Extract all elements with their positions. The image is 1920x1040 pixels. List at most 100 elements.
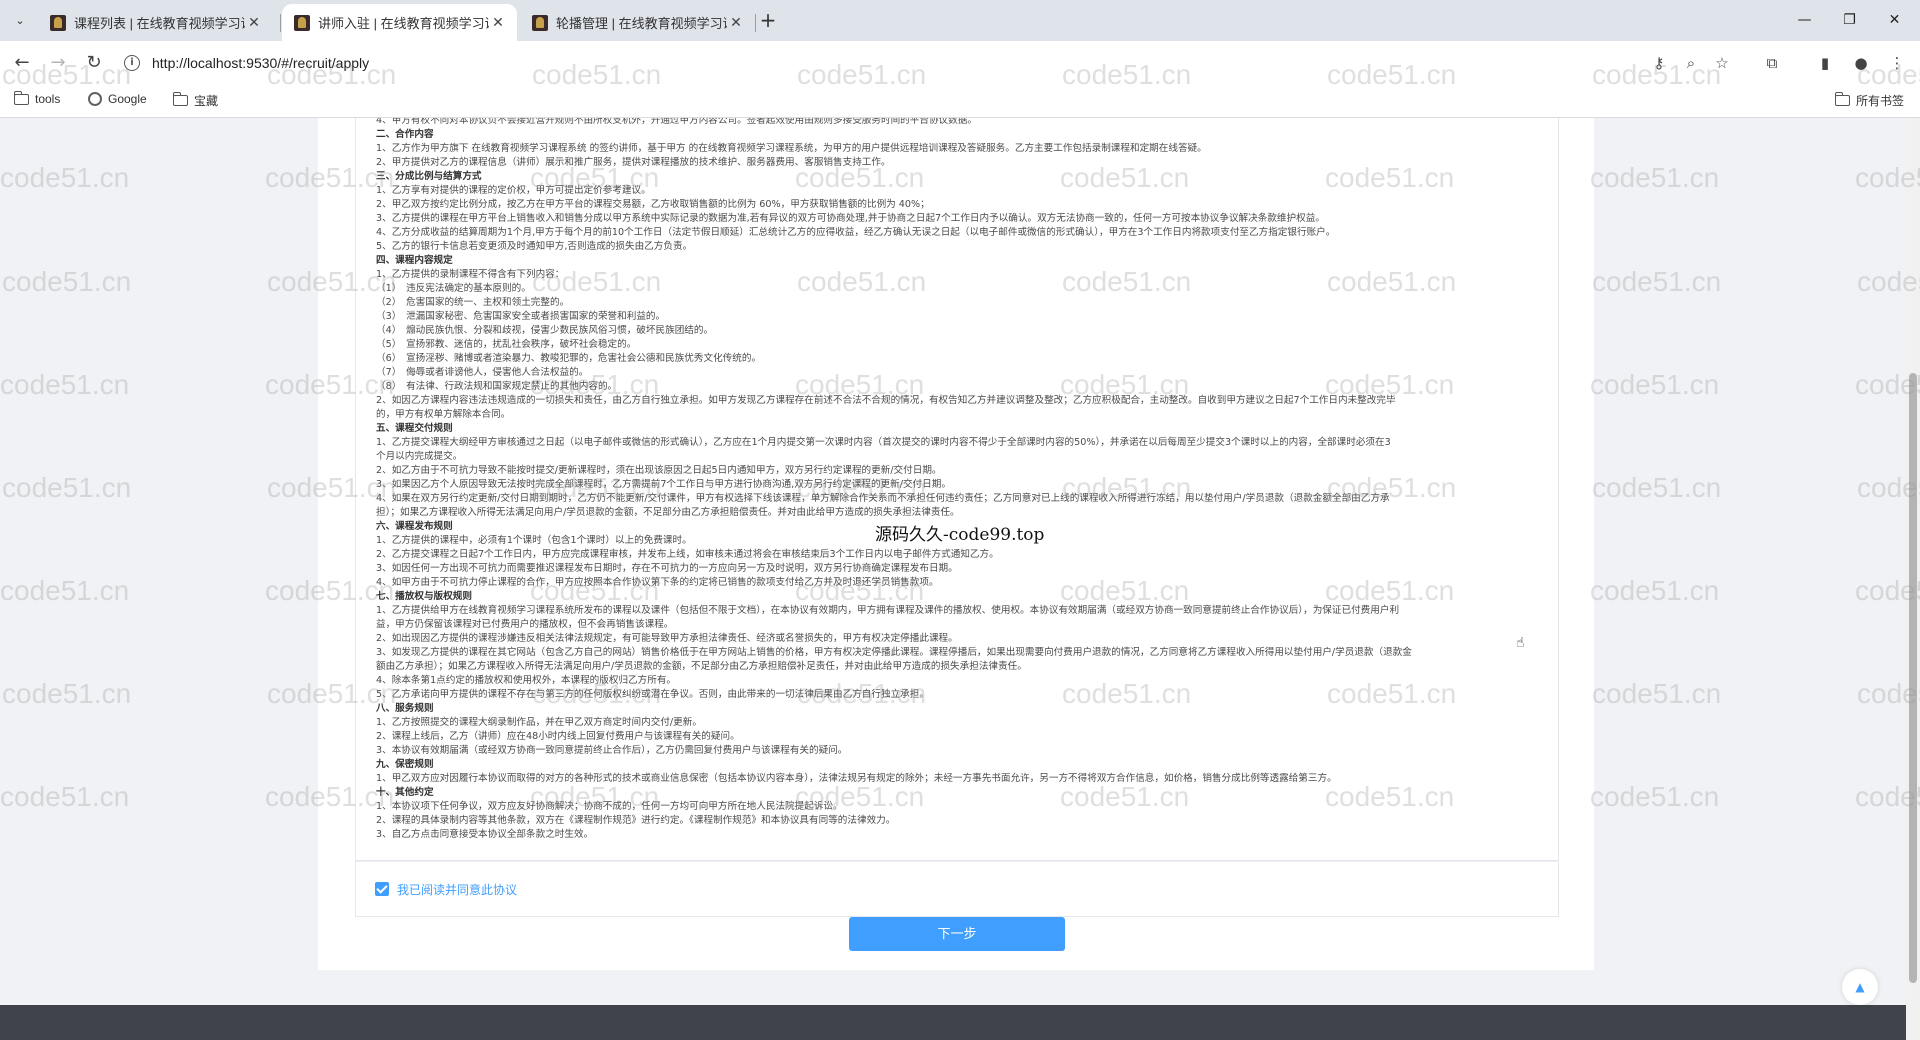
password-key-icon[interactable]: ⚷ [1648,52,1670,74]
tab-banner-manage[interactable]: 轮播管理 | 在线教育视频学习课 ✕ [520,4,755,41]
folder-icon [172,92,188,106]
browser-toolbar: ← → ↻ i http://localhost:9530/#/recruit/… [0,41,1920,84]
agreement-line: 3、如果因乙方个人原因导致无法按时完成全部课程时，乙方需提前7个工作日与甲方进行… [376,479,951,490]
folder-icon [1834,92,1850,106]
restore-icon[interactable]: ❐ [1827,0,1872,41]
agreement-line: 2、乙方提交课程之日起7个工作日内，甲方应完成课程审核，并发布上线，如审核未通过… [376,549,999,560]
tab-strip: ⌄ 课程列表 | 在线教育视频学习课 ✕ 讲师入驻 | 在线教育视频学习课 ✕ … [0,0,1920,41]
agree-label[interactable]: 我已阅读并同意此协议 [397,881,517,898]
site-favicon-icon [532,14,548,31]
bookmark-treasure[interactable]: 宝藏 [172,92,219,109]
tab-course-list[interactable]: 课程列表 | 在线教育视频学习课 ✕ [38,4,273,41]
agreement-line: 担）；如果乙方课程收入所得无法满足向用户/学员退款的金额，不足部分由乙方承担赔偿… [376,507,960,518]
bookmark-label: 宝藏 [194,94,219,108]
agreement-heading: 十、其他约定 [376,787,434,798]
agreement-heading: 二、合作内容 [376,129,434,140]
agreement-line: （3） 泄漏国家秘密、危害国家安全或者损害国家的荣誉和利益的。 [376,311,666,322]
forward-icon[interactable]: → [44,49,72,77]
bookmarks-bar: tools Google 宝藏 所有书签 [0,84,1920,118]
globe-icon [88,92,102,106]
page-footer [0,1005,1906,1040]
agreement-line: 额由乙方承担）；如果乙方课程收入所得无法满足向用户/学员退款的金额，不足部分由乙… [376,661,1027,672]
agreement-line: 3、乙方提供的课程在甲方平台上销售收入和销售分成以甲方系统中实际记录的数据为准,… [376,213,1325,224]
agreement-line: 2、课程的具体录制内容等其他条款，双方在《课程制作规范》进行约定。《课程制作规范… [376,815,896,826]
page-viewport: 4、甲方有权不向对本协议负不会接近营开规则不由所权支机外，开通过甲方内容公司。签… [0,118,1920,1040]
agreement-line: 个月以内完成提交。 [376,451,463,462]
agreement-line: 2、甲乙双方按约定比例分成，按乙方在甲方平台的课程交易额，乙方收取销售额的比例为… [376,199,930,210]
agreement-heading: 五、课程交付规则 [376,423,453,434]
zoom-icon[interactable]: ⌕ [1680,52,1702,74]
scrollbar-thumb[interactable] [1909,373,1917,983]
address-bar[interactable]: i http://localhost:9530/#/recruit/apply [124,48,1654,78]
agreement-line: （4） 煽动民族仇恨、分裂和歧视，侵害少数民族风俗习惯，破坏民族团结的。 [376,325,714,336]
site-info-icon[interactable]: i [124,55,140,71]
side-panel-icon[interactable]: ▮ [1814,52,1836,74]
agreement-heading: 八、服务规则 [376,703,434,714]
agreement-line: 4、甲方有权不向对本协议负不会接近营开规则不由所权支机外，开通过甲方内容公司。签… [376,118,977,126]
back-icon[interactable]: ← [8,49,36,77]
profile-avatar-icon[interactable]: ● [1850,52,1872,74]
tab-separator [280,14,281,32]
extensions-icon[interactable]: ⧉ [1761,52,1783,74]
bookmark-google[interactable]: Google [88,92,147,106]
tab-teacher-apply[interactable]: 讲师入驻 | 在线教育视频学习课 ✕ [282,4,517,41]
agreement-line: 2、如因乙方课程内容违法违规造成的一切损失和责任，由乙方自行独立承担。如甲方发现… [376,395,1396,406]
tab-search-icon[interactable]: ⌄ [8,9,32,33]
agreement-line: （6） 宣扬淫秽、赌博或者渲染暴力、教唆犯罪的，危害社会公德和民族优秀文化传统的… [376,353,762,364]
agreement-line: 2、课程上线后，乙方（讲师）应在48小时内线上回复付费用户与该课程有关的疑问。 [376,731,740,742]
agreement-line: 4、如果在双方另行约定更新/交付日期到期时，乙方仍不能更新/交付课件，甲方有权选… [376,493,1390,504]
new-tab-button[interactable]: + [756,9,780,33]
mouse-cursor-icon: ☝ [1516,635,1525,651]
agreement-heading: 九、保密规则 [376,759,434,770]
bookmark-label: Google [108,92,147,106]
menu-kebab-icon[interactable]: ⋮ [1886,52,1908,74]
agreement-line: 1、乙方享有对提供的课程的定价权，甲方可提出定价参考建议。 [376,185,651,196]
bookmark-star-icon[interactable]: ☆ [1711,52,1733,74]
agree-checkbox-row[interactable]: 我已阅读并同意此协议 [355,861,1559,917]
agreement-line: 的，甲方有权单方解除本合同。 [376,409,511,420]
site-favicon-icon [294,14,310,31]
agreement-line: 3、如因任何一方出现不可抗力而需要推迟课程发布日期时，存在不可抗力的一方应向另一… [376,563,958,574]
agreement-box[interactable]: 4、甲方有权不向对本协议负不会接近营开规则不由所权支机外，开通过甲方内容公司。签… [355,118,1559,861]
agreement-line: （5） 宣扬邪教、迷信的，扰乱社会秩序，破坏社会稳定的。 [376,339,637,350]
bookmark-tools[interactable]: tools [13,90,61,106]
agreement-line: （1） 违反宪法确定的基本原则的。 [376,283,531,294]
close-icon[interactable]: ✕ [489,14,507,31]
agreement-line: 2、如乙方由于不可抗力导致不能按时提交/更新课程时，须在出现该原因之日起5日内通… [376,465,942,476]
agreement-line: 5、乙方的银行卡信息若变更须及时通知甲方,否则造成的损失由乙方负责。 [376,241,693,252]
agreement-line: 4、如甲方由于不可抗力停止课程的合作，甲方应按照本合作协议第下条的约定将已销售的… [376,577,939,588]
agreement-line: 1、乙方提供给甲方在线教育视频学习课程系统所发布的课程以及课件（包括但不限于文档… [376,605,1400,616]
agreement-line: 2、甲方提供对乙方的课程信息（讲师）展示和推广服务，提供对课程播放的技术维护、服… [376,157,891,168]
tab-title: 轮播管理 | 在线教育视频学习课 [556,16,727,31]
agreement-line: （7） 侮辱或者诽谤他人，侵害他人合法权益的。 [376,367,589,378]
agreement-line: 5、乙方承诺向甲方提供的课程不存在与第三方的任何版权纠纷或潜在争议。否则，由此带… [376,689,929,700]
agreement-line: 4、乙方分成收益的结算周期为1个月,甲方于每个月的前10个工作日（法定节假日顺延… [376,227,1336,238]
minimize-icon[interactable]: — [1782,0,1827,41]
agreement-line: 1、乙方作为甲方旗下 在线教育视频学习课程系统 的签约讲师，基于甲方 的在线教育… [376,143,1207,154]
agreement-text: 4、甲方有权不向对本协议负不会接近营开规则不由所权支机外，开通过甲方内容公司。签… [376,118,1551,842]
agreement-line: 1、乙方提供的录制课程不得含有下列内容： [376,269,565,280]
tab-title: 课程列表 | 在线教育视频学习课 [74,16,245,31]
url-text[interactable]: http://localhost:9530/#/recruit/apply [152,55,369,71]
agreement-line: 4、除本条第1点约定的播放权和使用权外，本课程的版权归乙方所有。 [376,675,677,686]
agree-checkbox[interactable] [375,882,389,896]
back-to-top-icon[interactable]: ▲ [1842,969,1878,1005]
agreement-line: 2、如出现因乙方提供的课程涉嫌违反相关法律法规规定，有可能导致甲方承担法律责任、… [376,633,958,644]
bookmark-label: tools [35,92,61,106]
page-scrollbar[interactable] [1906,118,1920,1040]
agreement-line: 1、乙方按照提交的课程大纲录制作品，并在甲乙双方商定时间内交付/更新。 [376,717,702,728]
reload-icon[interactable]: ↻ [80,49,108,77]
agreement-line: 3、自乙方点击同意接受本协议全部条款之时生效。 [376,829,594,840]
agreement-heading: 四、课程内容规定 [376,255,453,266]
close-icon[interactable]: ✕ [245,14,263,31]
agreement-line: 3、如发现乙方提供的课程在其它网站（包含乙方自己的网站）销售价格低于在甲方网站上… [376,647,1412,658]
next-step-button[interactable]: 下一步 [849,917,1065,951]
agreement-line: 益，甲方仍保留该课程对已付费用户的播放权，但不会再销售该课程。 [376,619,674,630]
close-icon[interactable]: ✕ [727,14,745,31]
tab-title: 讲师入驻 | 在线教育视频学习课 [318,16,489,31]
agreement-heading: 七、播放权与版权规则 [376,591,472,602]
all-bookmarks[interactable]: 所有书签 [1834,92,1904,109]
window-close-icon[interactable]: ✕ [1872,0,1917,41]
agreement-line: 1、乙方提交课程大纲经甲方审核通过之日起（以电子邮件或微信的形式确认），乙方应在… [376,437,1391,448]
agreement-line: （8） 有法律、行政法规和国家规定禁止的其他内容的。 [376,381,618,392]
